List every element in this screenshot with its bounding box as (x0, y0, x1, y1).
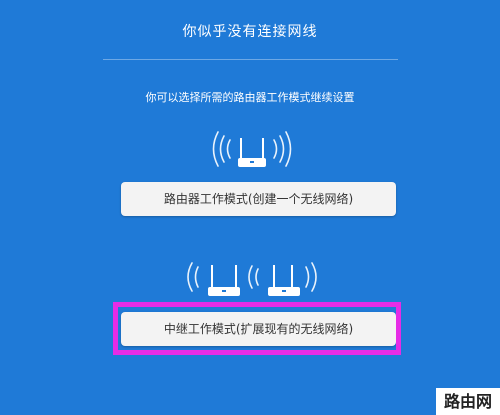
watermark-logo: 路由网 (436, 388, 500, 415)
page-title: 你似乎没有连接网线 (182, 24, 318, 40)
selection-highlight-box (113, 302, 401, 355)
title-divider (103, 59, 398, 60)
router-wifi-icon (212, 131, 292, 167)
router-mode-button[interactable]: 路由器工作模式(创建一个无线网络) (121, 182, 396, 216)
router-repeater-icon (187, 262, 317, 296)
page-subtitle: 你可以选择所需的路由器工作模式继续设置 (145, 91, 355, 104)
